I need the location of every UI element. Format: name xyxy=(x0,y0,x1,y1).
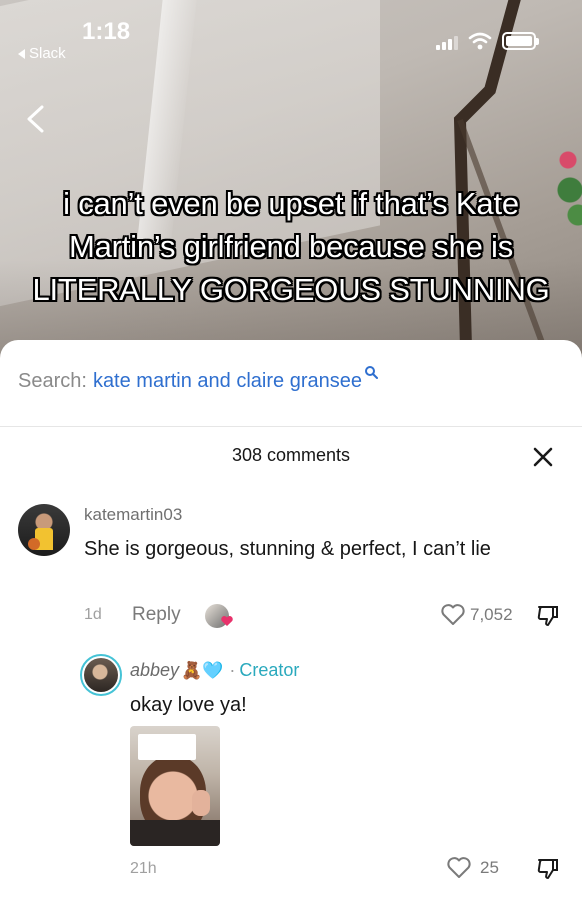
avatar[interactable] xyxy=(18,504,70,556)
back-triangle-icon xyxy=(18,48,25,59)
reply-age: 21h xyxy=(130,860,157,877)
comment-username[interactable]: katemartin03 xyxy=(84,505,182,525)
reply-video-thumbnail[interactable] xyxy=(130,726,220,846)
heart-filled-icon xyxy=(221,616,233,626)
wifi-icon xyxy=(468,32,492,50)
thumbnail-comment-card xyxy=(138,734,196,760)
reply-header: abbey 🧸🩵 · Creator xyxy=(130,660,299,681)
reply-like-count: 25 xyxy=(480,858,499,877)
signal-icon xyxy=(436,34,458,50)
reply-button[interactable]: Reply xyxy=(132,604,181,626)
close-icon[interactable] xyxy=(532,446,554,468)
like-count: 7,052 xyxy=(470,605,513,624)
back-to-app[interactable]: Slack xyxy=(18,45,66,62)
comment-text: She is gorgeous, stunning & perfect, I c… xyxy=(84,538,491,560)
dislike-icon[interactable] xyxy=(536,857,560,881)
status-time: 1:18 xyxy=(82,18,131,45)
reply-avatar[interactable] xyxy=(80,654,122,696)
reply-text: okay love ya! xyxy=(130,694,247,716)
heart-icon xyxy=(441,604,465,625)
divider xyxy=(0,426,582,427)
reply-like-button[interactable]: 25 xyxy=(446,856,499,880)
search-label: Search: xyxy=(18,370,87,392)
chevron-left-icon[interactable] xyxy=(24,104,46,134)
reply-username-emoji: 🧸🩵 xyxy=(181,660,224,680)
plant xyxy=(548,120,582,240)
status-icons xyxy=(436,32,539,50)
comment-age: 1d xyxy=(84,606,102,623)
search-query[interactable]: kate martin and claire gransee xyxy=(93,370,362,393)
video-caption: i can’t even be upset if that’s Kate Mar… xyxy=(32,186,550,307)
battery-icon xyxy=(502,32,539,50)
search-suggestion[interactable]: Search: kate martin and claire gransee xyxy=(18,366,378,393)
separator-dot: · xyxy=(229,660,236,680)
back-app-label: Slack xyxy=(29,45,66,62)
search-icon xyxy=(364,366,378,379)
creator-badge: Creator xyxy=(239,660,300,680)
comment-count: 308 comments xyxy=(231,445,351,465)
reply-username[interactable]: abbey xyxy=(130,660,179,681)
dislike-icon[interactable] xyxy=(536,604,560,628)
like-button[interactable]: 7,052 xyxy=(440,603,513,627)
heart-icon xyxy=(447,857,471,878)
